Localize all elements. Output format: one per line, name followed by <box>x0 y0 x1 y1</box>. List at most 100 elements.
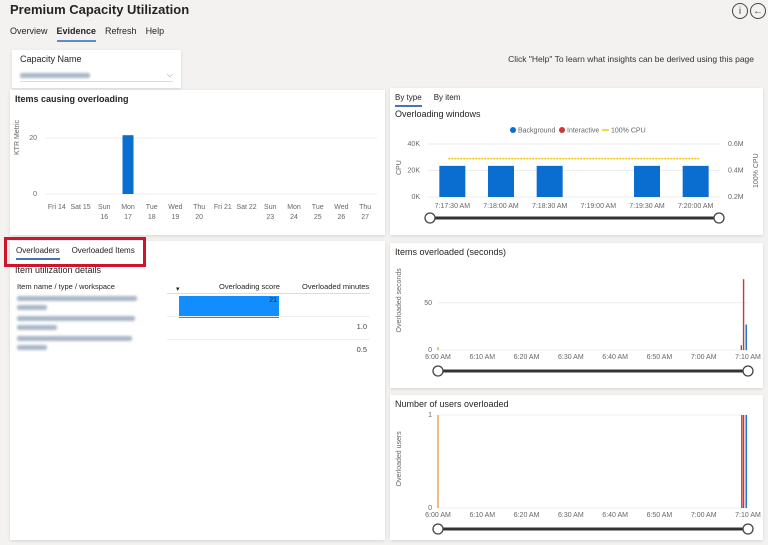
col-overloading-score[interactable]: Overloading score <box>219 282 280 291</box>
y2-axis-label: 100% CPU <box>753 153 760 188</box>
item-names-redacted <box>17 296 147 350</box>
x-tick-label: 6:20 AM <box>514 512 540 519</box>
overloading-windows-card: By type By item Overloading windows 0K 0.… <box>390 88 763 235</box>
nav-tabs: Overview Evidence Refresh Help <box>10 26 164 42</box>
x-tick-label: Fri 14 <box>48 204 66 211</box>
x-tick-label: 7:10 AM <box>735 354 761 361</box>
x-tick-label: 6:00 AM <box>425 354 451 361</box>
y-axis-label: Overloaded users <box>396 431 403 487</box>
x-tick-label: 17 <box>124 214 132 221</box>
x-tick-label: 6:10 AM <box>469 512 495 519</box>
x-tick-label: 18 <box>148 214 156 221</box>
y-tick-label: 40K <box>408 141 421 148</box>
items-overloaded-card: Items overloaded (seconds) 0 50 Overloaded… <box>390 243 763 388</box>
legend-background: Background <box>518 128 555 135</box>
x-tick-label: 26 <box>338 214 346 221</box>
slider-handle-start[interactable] <box>432 523 444 535</box>
info-icon[interactable]: i <box>732 3 748 19</box>
card-title: Items causing overloading <box>15 94 129 104</box>
items-causing-chart: 0 20 KTR Metric Fri 14 Sat 15 Sun 16 Mon 17 Tue 18… <box>14 120 377 221</box>
y2-tick-label: 0.6M <box>728 141 744 148</box>
items-overloaded-chart: 0 50 Overloaded seconds 6:00 AM 6:10 AM 6:20 … <box>396 268 761 377</box>
slider-handle-end[interactable] <box>713 212 725 224</box>
x-tick-label: 7:10 AM <box>735 512 761 519</box>
capacity-filter: Capacity Name ⌵ <box>12 50 181 88</box>
score-bar: 21 <box>179 296 279 318</box>
back-arrow-icon[interactable]: ← <box>750 3 766 19</box>
slider-handle-start[interactable] <box>432 365 444 377</box>
capacity-dropdown[interactable]: ⌵ <box>20 69 173 82</box>
y-tick-label: 20K <box>408 168 421 175</box>
bar-background <box>634 165 660 197</box>
spike-bar <box>741 415 743 508</box>
x-tick-label: 25 <box>314 214 322 221</box>
y-tick-label: 20 <box>29 135 37 142</box>
sort-desc-icon[interactable]: ▾ <box>176 285 180 293</box>
bar-background <box>439 165 466 197</box>
slider-handle-end[interactable] <box>742 365 754 377</box>
x-tick-label: Sat 15 <box>70 204 90 211</box>
x-tick-label: 7:19:00 AM <box>581 203 617 210</box>
bar <box>122 135 134 194</box>
x-tick-label: 7:00 AM <box>691 354 717 361</box>
x-tick-label: 6:20 AM <box>514 354 540 361</box>
y-axis-label: Overloaded seconds <box>396 268 403 333</box>
slider-handle-start[interactable] <box>424 212 436 224</box>
tab-by-item[interactable]: By item <box>434 93 461 107</box>
x-tick-label: Mon <box>121 204 135 211</box>
x-tick-label: 7:18:00 AM <box>483 203 519 210</box>
page-title: Premium Capacity Utilization <box>10 2 190 17</box>
x-tick-label: 7:19:30 AM <box>629 203 665 210</box>
tab-help[interactable]: Help <box>146 26 165 42</box>
x-tick-label: Fri 21 <box>214 204 232 211</box>
capacity-filter-label: Capacity Name <box>20 54 82 64</box>
x-tick-label: Tue <box>146 204 158 211</box>
col-item-name[interactable]: Item name / type / workspace <box>17 282 115 291</box>
spike-bar <box>745 324 747 350</box>
x-tick-label: Sun <box>98 204 111 211</box>
x-tick-label: 6:40 AM <box>602 354 628 361</box>
y-axis-label: CPU <box>396 160 403 175</box>
tab-overview[interactable]: Overview <box>10 26 48 42</box>
y2-tick-label: 0.2M <box>728 194 744 201</box>
legend-interactive: Interactive <box>567 128 599 135</box>
x-tick-label: 7:20:00 AM <box>678 203 714 210</box>
items-causing-card: Items causing overloading 0 20 KTR Metric F… <box>10 90 385 235</box>
users-overloaded-card: Number of users overloaded 0 1 Overloaded … <box>390 395 763 540</box>
x-tick-label: Wed <box>334 204 348 211</box>
x-tick-label: 6:50 AM <box>647 512 673 519</box>
spike-bar <box>740 345 743 350</box>
score-value: 21 <box>269 297 277 304</box>
bar-background <box>682 165 709 197</box>
y2-tick-label: 0.4M <box>728 168 744 175</box>
y-axis-label: KTR Metric <box>14 120 21 156</box>
slider-handle-end[interactable] <box>742 523 754 535</box>
legend-marker-interactive <box>559 127 565 133</box>
y-tick-label: 0 <box>428 347 432 354</box>
legend-marker-background <box>510 127 516 133</box>
x-tick-label: 27 <box>361 214 369 221</box>
card-title: Number of users overloaded <box>395 399 509 409</box>
tab-refresh[interactable]: Refresh <box>105 26 137 42</box>
x-tick-label: 7:17:30 AM <box>435 203 471 210</box>
tab-by-type[interactable]: By type <box>395 93 422 107</box>
x-tick-label: 6:50 AM <box>647 354 673 361</box>
col-overloaded-minutes[interactable]: Overloaded minutes <box>302 282 369 291</box>
x-tick-label: 16 <box>100 214 108 221</box>
highlight-box <box>4 237 146 267</box>
x-tick-label: Sat 22 <box>236 204 256 211</box>
tab-evidence[interactable]: Evidence <box>56 26 97 42</box>
y-tick-label: 50 <box>424 300 432 307</box>
x-tick-label: 24 <box>290 214 298 221</box>
x-tick-label: 19 <box>172 214 180 221</box>
chevron-down-icon: ⌵ <box>166 70 173 79</box>
bar-background <box>488 165 514 197</box>
x-tick-label: 6:30 AM <box>558 354 584 361</box>
minutes-value: 0.5 <box>356 345 367 354</box>
details-card: Overloaders Overloaded Items Item utiliz… <box>10 241 385 540</box>
x-tick-label: Wed <box>168 204 182 211</box>
x-tick-label: 7:18:30 AM <box>532 203 568 210</box>
spike-bar <box>745 415 747 508</box>
legend-cpu: 100% CPU <box>611 128 646 135</box>
x-tick-label: 20 <box>195 214 203 221</box>
